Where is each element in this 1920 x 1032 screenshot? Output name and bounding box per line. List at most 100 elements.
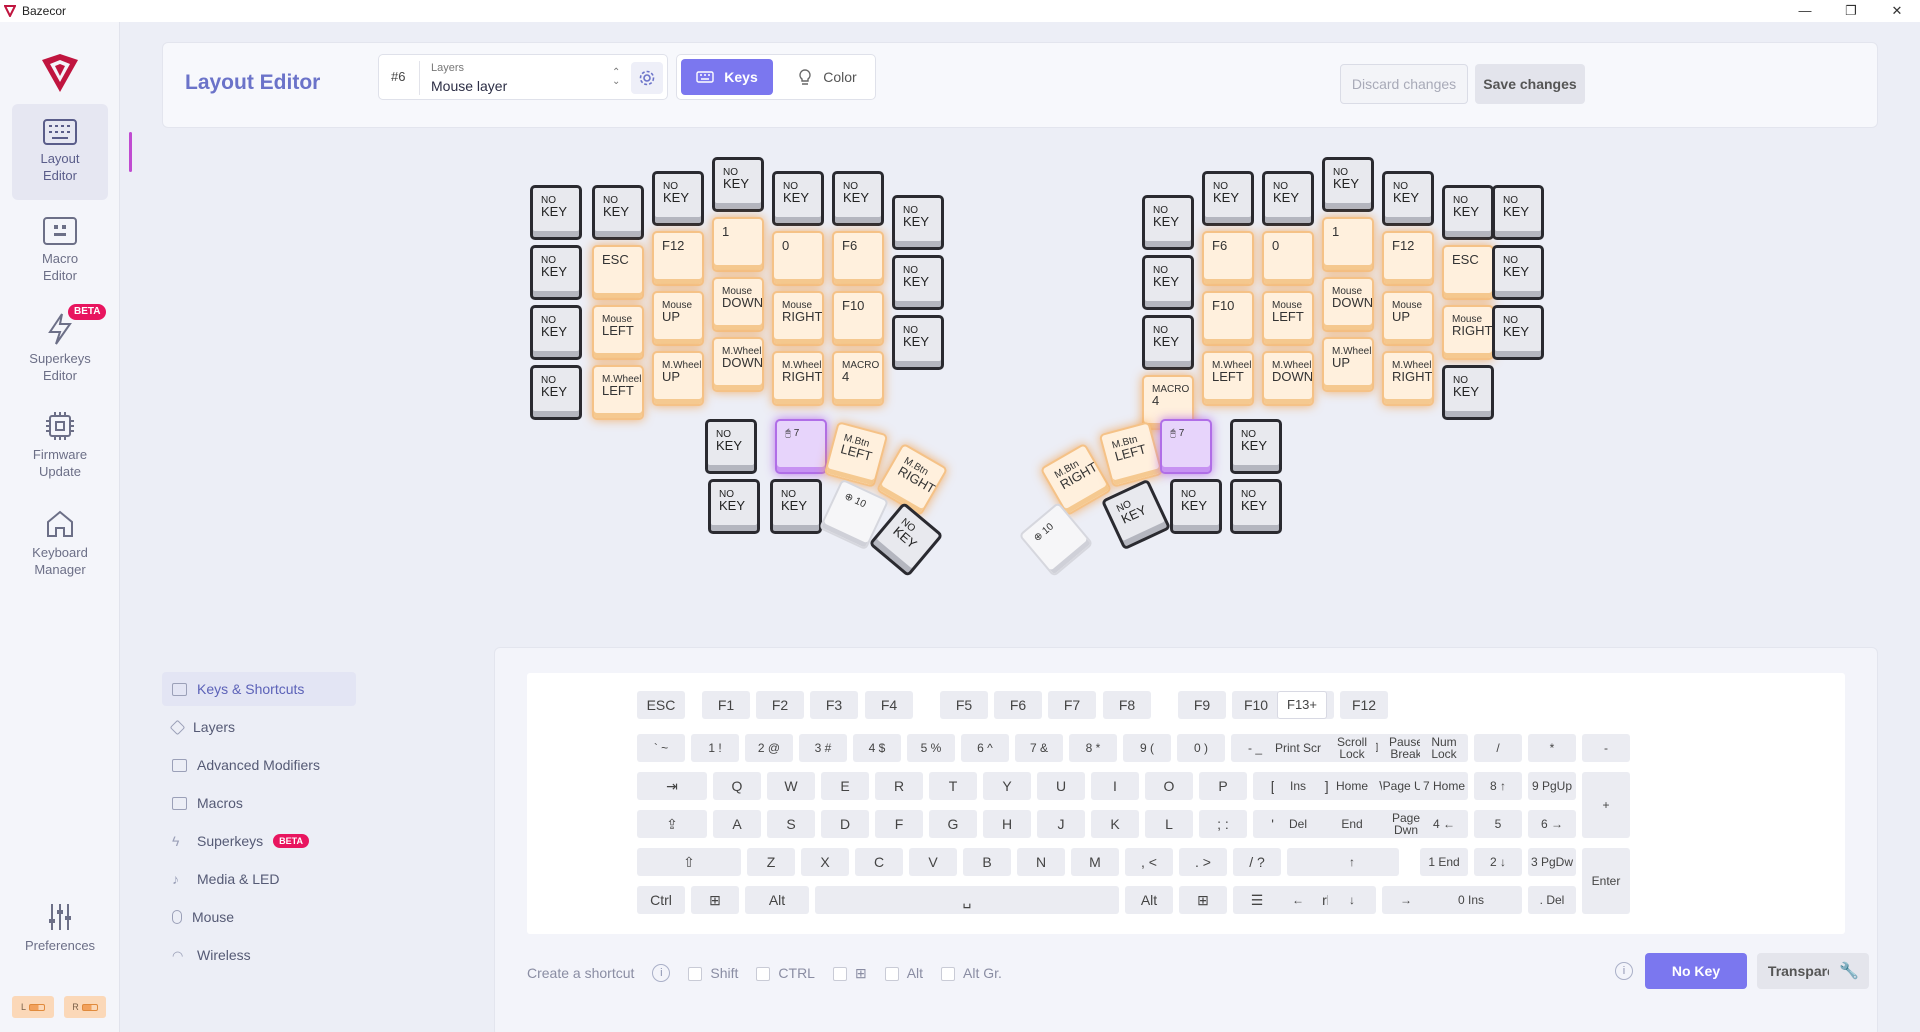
dygma-logo-icon[interactable] [38,52,82,96]
vk-a-key[interactable]: ; : [1199,810,1247,838]
thumb-key-right[interactable]: NO KEY [1230,479,1282,534]
mod-os[interactable]: ⊞ [832,965,867,982]
thumb-key-right[interactable]: 🖰 7 [1160,419,1212,474]
vk-q-key[interactable]: R [875,772,923,800]
vk-numpad-key[interactable]: 7 Home [1420,772,1468,800]
minimize-button[interactable]: — [1782,0,1828,22]
vk-nav-key[interactable]: ↑ [1328,848,1376,876]
vk-nav-key[interactable]: Print Scr [1274,734,1322,762]
panel-nav-layers[interactable]: Layers [162,710,356,744]
vk-num-key[interactable]: 4 $ [853,734,901,762]
key-left[interactable]: F10 [832,291,884,346]
checkbox[interactable] [688,967,703,982]
mod-ctrl[interactable]: CTRL [756,965,815,982]
key-right[interactable]: F10 [1202,291,1254,346]
checkbox[interactable] [941,967,956,982]
vk-z-key[interactable]: N [1017,848,1065,876]
key-right[interactable]: F12 [1382,231,1434,286]
key-left[interactable]: Mouse DOWN [712,277,764,332]
sidebar-item-firmware-update[interactable]: Firmware Update [12,396,108,492]
vk-numpad-key[interactable]: 6 → [1528,810,1576,838]
vk-q-key[interactable]: Y [983,772,1031,800]
vk-a-key[interactable]: D [821,810,869,838]
checkbox[interactable] [884,967,899,982]
vk-nav-key[interactable]: Del [1274,810,1322,838]
key-left[interactable]: NO KEY [592,185,644,240]
key-left[interactable]: 1 [712,217,764,272]
vk-z-key[interactable]: X [801,848,849,876]
key-right[interactable]: 1 [1322,217,1374,272]
key-f8[interactable]: F8 [1103,691,1151,719]
vk-num-key[interactable]: 8 * [1069,734,1117,762]
key-right[interactable]: NO KEY [1142,195,1194,250]
vk-mod-key[interactable]: ⊞ [1179,886,1227,914]
vk-z-key[interactable]: B [963,848,1011,876]
key-right[interactable]: NO KEY [1492,185,1544,240]
key-f12[interactable]: F12 [1340,691,1388,719]
vk-z-key[interactable]: . > [1179,848,1227,876]
panel-nav-wireless[interactable]: ◠ Wireless [162,938,356,972]
vk-mod-key[interactable]: ⊞ [691,886,739,914]
thumb-key-right[interactable]: NO KEY [1230,419,1282,474]
vk-numpad-key[interactable]: - [1582,734,1630,762]
vk-z-key[interactable]: Z [747,848,795,876]
vk-q-key[interactable]: W [767,772,815,800]
key-left[interactable]: NO KEY [652,171,704,226]
vk-numpad-key[interactable]: 2 ↓ [1474,848,1522,876]
vk-numpad-key[interactable]: Enter [1582,848,1630,914]
mod-shift[interactable]: Shift [688,965,738,982]
key-right[interactable]: NO KEY [1322,157,1374,212]
vk-num-key[interactable]: ` ~ [637,734,685,762]
f13-dropdown[interactable]: F13+ [1277,691,1327,719]
key-right[interactable]: ESC [1442,245,1494,300]
panel-nav-superkeys[interactable]: ϟ Superkeys BETA [162,824,356,858]
maximize-button[interactable]: ❐ [1828,0,1874,22]
vk-numpad-key[interactable]: / [1474,734,1522,762]
info-icon[interactable]: i [1615,962,1633,980]
key-right[interactable]: NO KEY [1442,365,1494,420]
key-left[interactable]: M.Wheel LEFT [592,365,644,420]
key-left[interactable]: Mouse LEFT [592,305,644,360]
thumb-key-left[interactable]: NO KEY [708,479,760,534]
vk-q-key[interactable]: E [821,772,869,800]
thumb-key-right[interactable]: ⊕ 10 [1018,501,1094,578]
discard-changes-button[interactable]: Discard changes [1340,64,1468,104]
vk-q-key[interactable]: Q [713,772,761,800]
key-right[interactable]: NO KEY [1492,245,1544,300]
key-left[interactable]: ESC [592,245,644,300]
vk-q-key[interactable]: I [1091,772,1139,800]
vk-num-key[interactable]: 1 ! [691,734,739,762]
key-right[interactable]: M.Wheel LEFT [1202,351,1254,406]
checkbox[interactable] [756,967,771,982]
thumb-key-left[interactable]: 🖰 7 [775,419,827,474]
sidebar-item-layout-editor[interactable]: Layout Editor [12,104,132,200]
vk-numpad-key[interactable]: . Del [1528,886,1576,914]
key-left[interactable]: NO KEY [530,305,582,360]
key-left[interactable]: NO KEY [530,365,582,420]
key-f4[interactable]: F4 [865,691,913,719]
key-right[interactable]: NO KEY [1202,171,1254,226]
close-button[interactable]: ✕ [1874,0,1920,22]
vk-numpad-key[interactable]: 9 PgUp [1528,772,1576,800]
key-left[interactable]: NO KEY [832,171,884,226]
key-right[interactable]: NO KEY [1262,171,1314,226]
vk-z-key[interactable]: M [1071,848,1119,876]
key-right[interactable]: NO KEY [1492,305,1544,360]
vk-z-key[interactable]: , < [1125,848,1173,876]
checkbox[interactable] [832,966,847,981]
vk-num-key[interactable]: 6 ^ [961,734,1009,762]
key-left[interactable]: M.Wheel UP [652,351,704,406]
vk-a-key[interactable]: S [767,810,815,838]
vk-numpad-key[interactable]: 0 Ins [1420,886,1522,914]
thumb-key-right[interactable]: M.Btn RIGHT [1039,442,1113,517]
vk-q-key[interactable]: ⇥ [637,772,707,800]
vk-numpad-key[interactable]: + [1582,772,1630,838]
key-right[interactable]: F6 [1202,231,1254,286]
key-f10[interactable]: F10 [1232,691,1280,719]
key-right[interactable]: NO KEY [1142,255,1194,310]
vk-z-key[interactable]: / ? [1233,848,1281,876]
vk-numpad-key[interactable]: 5 [1474,810,1522,838]
key-right[interactable]: M.Wheel UP [1322,337,1374,392]
no-key-button[interactable]: No Key [1645,953,1747,989]
save-changes-button[interactable]: Save changes [1475,64,1585,104]
